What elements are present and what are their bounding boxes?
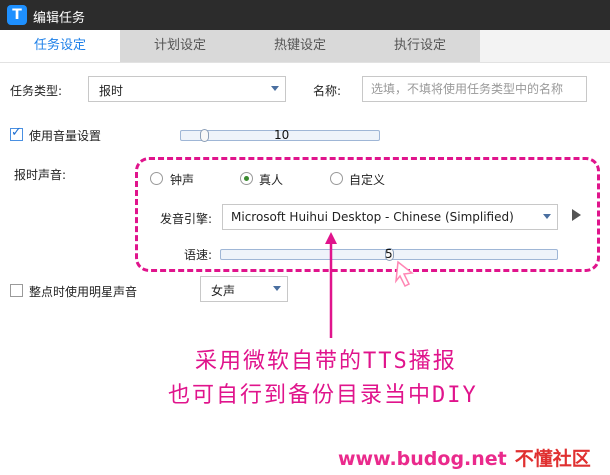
- tab-task-settings[interactable]: 任务设定: [0, 30, 120, 62]
- volume-value: 10: [274, 128, 290, 142]
- tab-execution-settings[interactable]: 执行设定: [360, 30, 480, 62]
- voice-value: 女声: [211, 284, 236, 298]
- watermark: www.budog.net 不懂社区: [338, 444, 591, 471]
- task-type-value: 报时: [99, 84, 124, 98]
- annotation-line-2: 也可自行到备份目录当中DIY: [168, 383, 478, 408]
- chevron-down-icon: [271, 86, 279, 91]
- volume-checkbox[interactable]: [10, 125, 23, 141]
- highlight-box: [135, 157, 600, 272]
- watermark-brand: 不懂社区: [514, 448, 591, 470]
- name-label: 名称:: [313, 84, 342, 98]
- tab-schedule-settings[interactable]: 计划设定: [120, 30, 240, 62]
- star-voice-label: 整点时使用明星声音: [29, 285, 138, 299]
- window-title: 编辑任务: [33, 11, 86, 26]
- annotation-line-1: 采用微软自带的TTS播报: [195, 349, 457, 374]
- name-field[interactable]: [362, 76, 587, 102]
- volume-checkbox-label: 使用音量设置: [29, 129, 102, 143]
- tab-bar: 任务设定 计划设定 热键设定 执行设定: [0, 30, 610, 63]
- tab-hotkey-settings[interactable]: 热键设定: [240, 30, 360, 62]
- app-logo-icon: T: [7, 5, 27, 25]
- task-type-dropdown[interactable]: 报时: [88, 76, 286, 102]
- volume-slider-handle[interactable]: [200, 129, 209, 142]
- voice-dropdown[interactable]: 女声: [200, 276, 288, 302]
- sound-label: 报时声音:: [14, 168, 67, 182]
- title-bar: T 编辑任务: [0, 0, 610, 30]
- star-voice-checkbox[interactable]: [10, 284, 23, 297]
- watermark-site: www.budog.net: [338, 448, 507, 470]
- task-type-label: 任务类型:: [10, 84, 63, 98]
- name-input[interactable]: [363, 77, 586, 101]
- chevron-down-icon: [273, 286, 281, 291]
- volume-slider[interactable]: 10: [180, 128, 380, 142]
